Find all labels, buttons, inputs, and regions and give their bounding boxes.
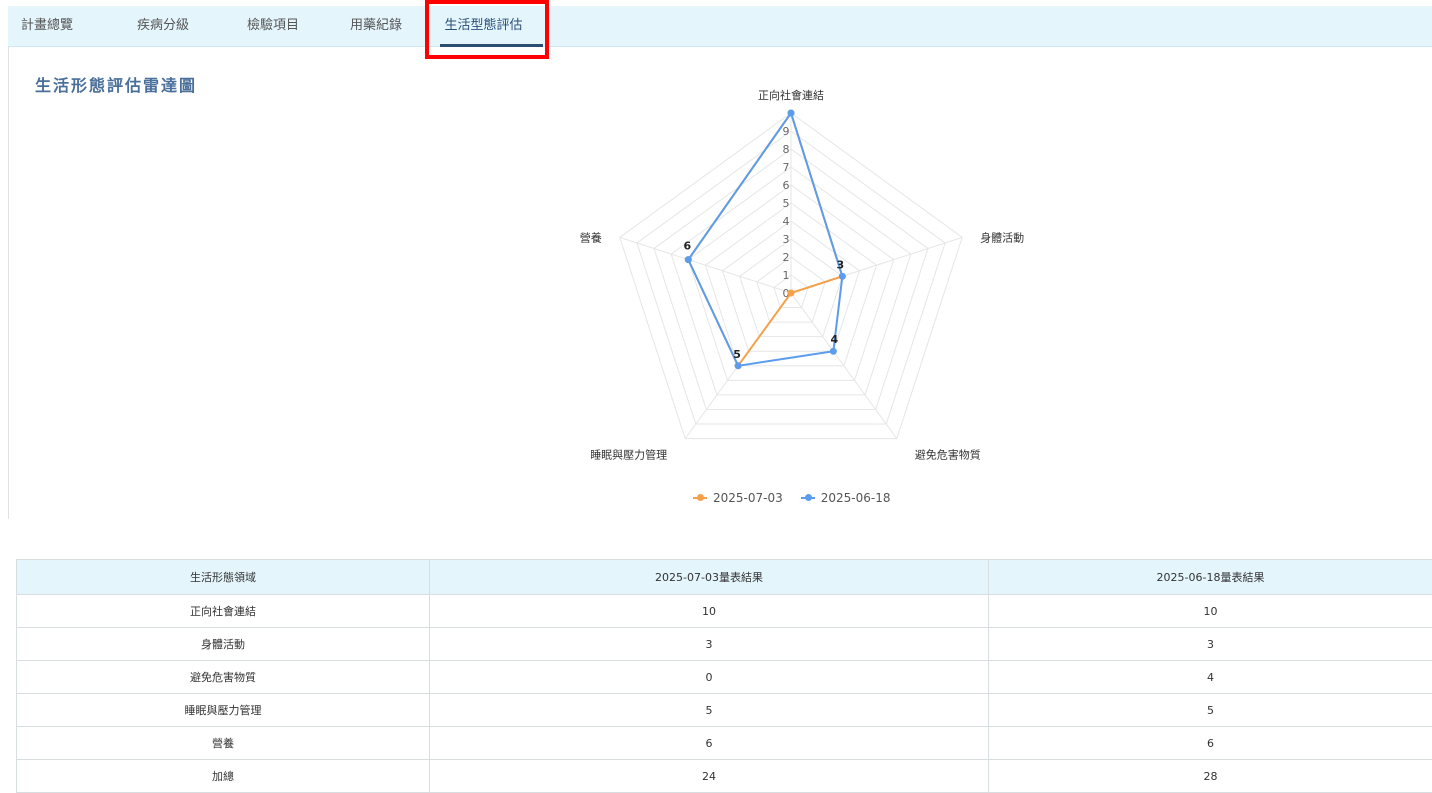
table-header-row: 生活形態領域 2025-07-03量表結果 2025-06-18量表結果 <box>17 560 1432 595</box>
table-cell: 營養 <box>17 727 430 760</box>
column-header: 生活形態領域 <box>17 560 430 595</box>
radar-scale-label: 1 <box>783 269 790 282</box>
legend-label: 2025-07-03 <box>713 491 783 505</box>
table-cell: 3 <box>430 628 989 661</box>
table-cell: 4 <box>989 661 1432 694</box>
radar-scale-label: 6 <box>783 179 790 192</box>
radar-indicator-label: 正向社會連結 <box>758 88 824 102</box>
radar-chart: 0123456789正向社會連結身體活動避免危害物質睡眠與壓力管理營養3456 <box>0 0 1432 520</box>
column-header: 2025-06-18量表結果 <box>989 560 1432 595</box>
radar-data-point <box>735 362 742 369</box>
chart-legend: 2025-07-03 2025-06-18 <box>693 491 891 505</box>
table-cell: 28 <box>989 760 1432 793</box>
table-row: 睡眠與壓力管理 5 5 <box>17 694 1432 727</box>
table-cell: 避免危害物質 <box>17 661 430 694</box>
radar-indicator-label: 身體活動 <box>980 230 1024 244</box>
legend-marker-icon <box>693 497 707 499</box>
table-cell: 睡眠與壓力管理 <box>17 694 430 727</box>
table-cell: 24 <box>430 760 989 793</box>
table-cell: 10 <box>989 595 1432 628</box>
radar-scale-label: 4 <box>783 215 790 228</box>
table-cell: 正向社會連結 <box>17 595 430 628</box>
radar-indicator-label: 營養 <box>580 230 602 244</box>
table-cell: 0 <box>430 661 989 694</box>
results-table: 生活形態領域 2025-07-03量表結果 2025-06-18量表結果 正向社… <box>16 559 1432 793</box>
table-row: 避免危害物質 0 4 <box>17 661 1432 694</box>
table-row: 正向社會連結 10 10 <box>17 595 1432 628</box>
table-cell: 5 <box>430 694 989 727</box>
radar-data-point <box>788 110 795 117</box>
radar-scale-label: 2 <box>783 251 790 264</box>
radar-indicator-label: 避免危害物質 <box>915 448 981 462</box>
legend-item-series-2[interactable]: 2025-06-18 <box>801 491 891 505</box>
table-cell: 身體活動 <box>17 628 430 661</box>
radar-scale-label: 7 <box>783 161 790 174</box>
table-cell: 6 <box>430 727 989 760</box>
legend-label: 2025-06-18 <box>821 491 891 505</box>
radar-data-label: 5 <box>733 348 741 361</box>
table-cell: 5 <box>989 694 1432 727</box>
legend-item-series-1[interactable]: 2025-07-03 <box>693 491 783 505</box>
radar-scale-label: 9 <box>783 125 790 138</box>
table-row: 營養 6 6 <box>17 727 1432 760</box>
table-row: 加總 24 28 <box>17 760 1432 793</box>
column-header: 2025-07-03量表結果 <box>430 560 989 595</box>
radar-data-point <box>839 273 846 280</box>
radar-data-point <box>788 290 795 297</box>
radar-scale-label: 3 <box>783 233 790 246</box>
radar-indicator-label: 睡眠與壓力管理 <box>590 448 667 462</box>
table-cell: 3 <box>989 628 1432 661</box>
table-cell: 6 <box>989 727 1432 760</box>
radar-data-point <box>685 256 692 263</box>
table-cell: 10 <box>430 595 989 628</box>
radar-spoke <box>620 237 791 293</box>
radar-scale-label: 8 <box>783 143 790 156</box>
radar-data-point <box>830 348 837 355</box>
table-cell: 加總 <box>17 760 430 793</box>
radar-scale-label: 5 <box>783 197 790 210</box>
radar-data-label: 6 <box>683 240 691 253</box>
table-row: 身體活動 3 3 <box>17 628 1432 661</box>
legend-marker-icon <box>801 497 815 499</box>
radar-data-label: 3 <box>837 258 845 271</box>
radar-data-label: 4 <box>830 333 838 346</box>
